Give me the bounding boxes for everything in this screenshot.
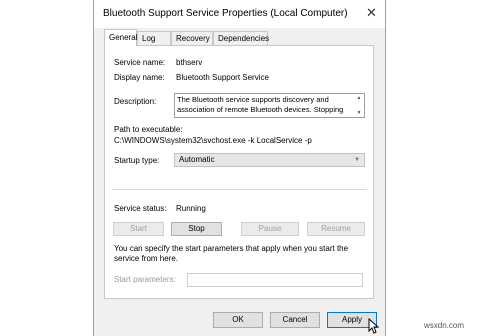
service-name-value: bthserv [176,58,203,67]
path-label: Path to executable: [114,125,183,134]
description-box[interactable]: The Bluetooth service supports discovery… [174,93,365,118]
startup-type-value: Automatic [179,155,215,164]
mouse-cursor-icon [368,318,380,334]
scroll-up-icon[interactable]: ▲ [355,94,363,102]
ok-button[interactable]: OK [213,312,263,328]
scroll-down-icon[interactable]: ▼ [355,109,363,117]
path-value: C:\WINDOWS\system32\svchost.exe -k Local… [114,136,312,145]
service-status-value: Running [176,204,206,213]
description-text: The Bluetooth service supports discovery… [177,95,344,114]
tab-general[interactable]: General [104,29,137,46]
tab-log-on[interactable]: Log On [137,31,171,57]
display-name-value: Bluetooth Support Service [176,73,269,82]
description-label: Description: [114,97,157,106]
start-params-label: Start parameters: [114,275,176,284]
resume-button[interactable]: Resume [307,222,365,236]
start-params-input[interactable] [187,273,363,287]
start-params-hint: You can specify the start parameters tha… [114,244,349,263]
startup-type-label: Startup type: [114,156,160,165]
service-properties-dialog: Bluetooth Support Service Properties (Lo… [93,0,386,336]
title-bar[interactable]: Bluetooth Support Service Properties (Lo… [94,0,385,28]
general-tab-panel: Service name: bthserv Display name: Blue… [104,45,374,299]
stop-button[interactable]: Stop [171,222,222,236]
tab-dependencies[interactable]: Dependencies [213,31,269,45]
chevron-down-icon: ▼ [354,157,360,163]
close-icon[interactable]: ✕ [366,5,377,21]
window-title: Bluetooth Support Service Properties (Lo… [103,8,348,19]
service-status-label: Service status: [114,204,167,213]
display-name-label: Display name: [114,73,165,82]
divider [112,189,367,190]
service-name-label: Service name: [114,58,166,67]
cancel-button[interactable]: Cancel [270,312,320,328]
pause-button[interactable]: Pause [241,222,299,236]
start-button[interactable]: Start [113,222,164,236]
watermark: wsxdn.com [424,321,465,330]
tab-recovery[interactable]: Recovery [171,31,213,45]
startup-type-select[interactable]: Automatic ▼ [174,153,365,167]
